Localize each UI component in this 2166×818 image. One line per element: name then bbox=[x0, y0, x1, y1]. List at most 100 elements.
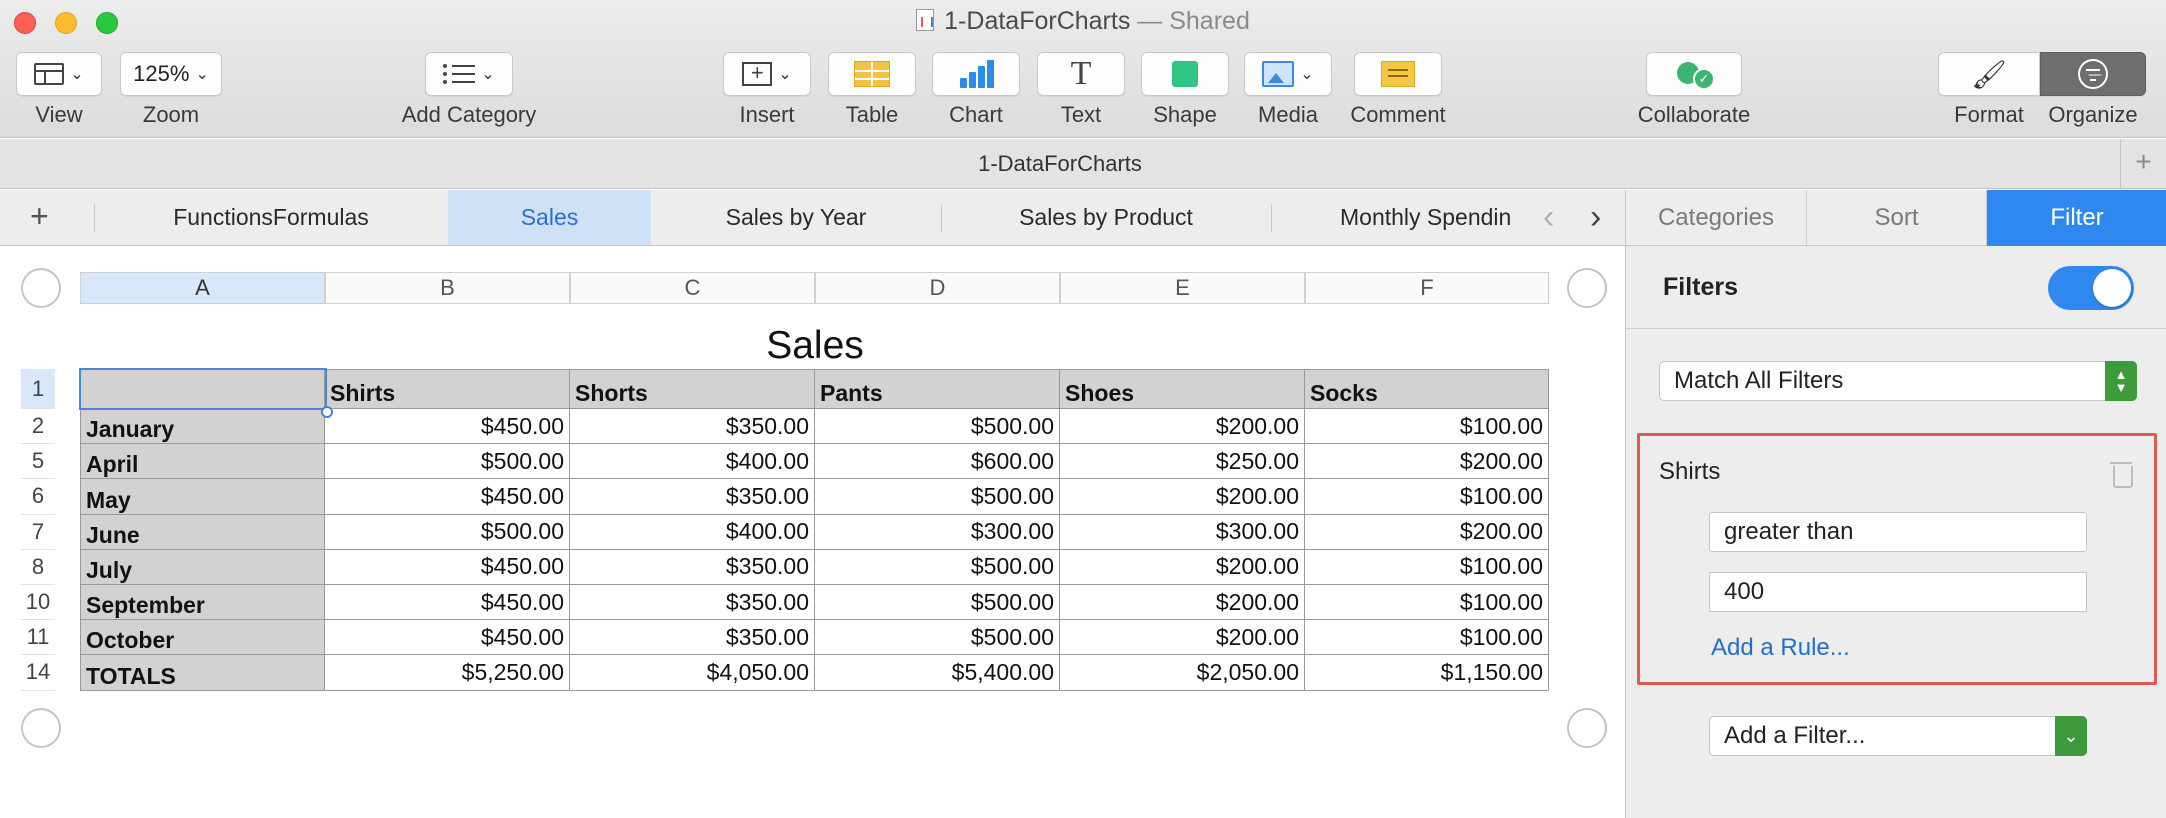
table-cell[interactable]: $400.00 bbox=[570, 514, 815, 550]
table-cell[interactable]: $1,150.00 bbox=[1305, 655, 1549, 691]
table-cell[interactable]: $500.00 bbox=[815, 479, 1060, 515]
table-cell[interactable]: $450.00 bbox=[325, 479, 570, 515]
table-cell[interactable]: $100.00 bbox=[1305, 479, 1549, 515]
table-cell[interactable]: $450.00 bbox=[325, 549, 570, 585]
shape-button[interactable] bbox=[1141, 52, 1229, 96]
table-cell[interactable]: $250.00 bbox=[1060, 444, 1305, 480]
tab-functionsformulas[interactable]: FunctionsFormulas bbox=[95, 190, 447, 245]
column-header-a[interactable]: A bbox=[80, 272, 325, 304]
text-button[interactable]: T bbox=[1037, 52, 1125, 96]
add-rule-link[interactable]: Add a Rule... bbox=[1711, 634, 1850, 662]
add-filter-select[interactable]: Add a Filter... ⌄ bbox=[1709, 716, 2087, 756]
table-cell[interactable]: $500.00 bbox=[325, 514, 570, 550]
collaborate-button[interactable] bbox=[1646, 52, 1742, 96]
row-label-cell[interactable]: May bbox=[80, 479, 325, 515]
table-cell[interactable]: $350.00 bbox=[570, 479, 815, 515]
table-cell[interactable]: $200.00 bbox=[1060, 479, 1305, 515]
tab-monthly-spending[interactable]: Monthly Spendin bbox=[1272, 190, 1530, 245]
table-cell[interactable]: $500.00 bbox=[815, 549, 1060, 585]
table-cell[interactable]: $450.00 bbox=[325, 409, 570, 445]
table-cell[interactable]: $450.00 bbox=[325, 620, 570, 656]
zoom-button[interactable]: 125% ⌄ bbox=[120, 52, 222, 96]
table-cell[interactable]: $350.00 bbox=[570, 549, 815, 585]
column-header-e[interactable]: E bbox=[1060, 272, 1305, 304]
table-cell[interactable]: $5,400.00 bbox=[815, 655, 1060, 691]
table-cell[interactable]: $2,050.00 bbox=[1060, 655, 1305, 691]
column-header-f[interactable]: F bbox=[1305, 272, 1549, 304]
header-cell[interactable]: Shorts bbox=[570, 369, 815, 409]
tab-sales[interactable]: Sales bbox=[448, 190, 651, 245]
tab-sales-by-year[interactable]: Sales by Year bbox=[652, 190, 940, 245]
row-label-cell[interactable]: TOTALS bbox=[80, 655, 325, 691]
chevron-right-icon[interactable]: › bbox=[1590, 198, 1601, 237]
view-button[interactable]: ⌄ bbox=[16, 52, 102, 96]
resize-table-handle[interactable] bbox=[1567, 708, 1607, 748]
condition-select[interactable]: greater than bbox=[1709, 512, 2087, 552]
row-label-cell[interactable]: January bbox=[80, 409, 325, 445]
add-sheet-button[interactable]: + bbox=[30, 198, 49, 235]
format-button[interactable]: 🖌 bbox=[1938, 52, 2040, 96]
filters-toggle[interactable] bbox=[2048, 266, 2134, 310]
row-header[interactable]: 8 bbox=[21, 550, 55, 585]
table-cell[interactable]: $100.00 bbox=[1305, 549, 1549, 585]
header-cell[interactable]: Pants bbox=[815, 369, 1060, 409]
tab-sort[interactable]: Sort bbox=[1807, 190, 1987, 246]
add-row-handle[interactable] bbox=[21, 708, 61, 748]
table-cell[interactable]: $500.00 bbox=[815, 585, 1060, 621]
table-cell[interactable]: $350.00 bbox=[570, 409, 815, 445]
table-cell[interactable]: $200.00 bbox=[1060, 585, 1305, 621]
select-table-handle[interactable] bbox=[21, 268, 61, 308]
row-header[interactable]: 5 bbox=[21, 444, 55, 480]
tab-categories[interactable]: Categories bbox=[1626, 190, 1807, 246]
add-tab-button[interactable]: + bbox=[2120, 139, 2166, 189]
table-cell[interactable]: $200.00 bbox=[1060, 409, 1305, 445]
row-header[interactable]: 6 bbox=[21, 479, 55, 515]
selection-handle[interactable] bbox=[321, 406, 333, 418]
table-cell[interactable]: $350.00 bbox=[570, 585, 815, 621]
table-cell[interactable]: $200.00 bbox=[1305, 444, 1549, 480]
row-label-cell[interactable]: September bbox=[80, 585, 325, 621]
insert-button[interactable]: + ⌄ bbox=[723, 52, 811, 96]
table-cell[interactable]: $500.00 bbox=[815, 620, 1060, 656]
header-cell[interactable]: Shoes bbox=[1060, 369, 1305, 409]
table-cell[interactable]: $350.00 bbox=[570, 620, 815, 656]
header-cell[interactable]: Socks bbox=[1305, 369, 1549, 409]
table-cell[interactable]: $5,250.00 bbox=[325, 655, 570, 691]
table-cell[interactable]: $300.00 bbox=[1060, 514, 1305, 550]
column-header-d[interactable]: D bbox=[815, 272, 1060, 304]
table-cell[interactable]: $450.00 bbox=[325, 585, 570, 621]
media-button[interactable]: ⌄ bbox=[1244, 52, 1332, 96]
row-label-cell[interactable]: July bbox=[80, 549, 325, 585]
table-cell[interactable]: $400.00 bbox=[570, 444, 815, 480]
row-header[interactable]: 1 bbox=[21, 369, 55, 409]
chart-button[interactable] bbox=[932, 52, 1020, 96]
table-cell[interactable]: $500.00 bbox=[325, 444, 570, 480]
match-mode-select[interactable]: Match All Filters ▲ ▼ bbox=[1659, 361, 2137, 401]
table-cell[interactable]: $4,050.00 bbox=[570, 655, 815, 691]
row-header[interactable]: 10 bbox=[21, 585, 55, 621]
row-label-cell[interactable]: October bbox=[80, 620, 325, 656]
column-header-c[interactable]: C bbox=[570, 272, 815, 304]
table-cell[interactable]: $300.00 bbox=[815, 514, 1060, 550]
add-category-button[interactable]: ⌄ bbox=[425, 52, 513, 96]
tab-sales-by-product[interactable]: Sales by Product bbox=[942, 190, 1270, 245]
row-header[interactable]: 7 bbox=[21, 515, 55, 550]
row-label-cell[interactable]: April bbox=[80, 444, 325, 480]
table-cell[interactable]: $500.00 bbox=[815, 409, 1060, 445]
row-header[interactable]: 11 bbox=[21, 620, 55, 656]
table-cell[interactable]: $600.00 bbox=[815, 444, 1060, 480]
row-header[interactable]: 14 bbox=[21, 655, 55, 691]
tab-filter[interactable]: Filter bbox=[1987, 190, 2166, 246]
trash-icon[interactable] bbox=[2110, 458, 2133, 488]
chevron-left-icon[interactable]: ‹ bbox=[1543, 198, 1554, 237]
table-cell[interactable]: $100.00 bbox=[1305, 620, 1549, 656]
table-cell[interactable]: $200.00 bbox=[1060, 549, 1305, 585]
row-label-cell[interactable]: June bbox=[80, 514, 325, 550]
add-column-handle[interactable] bbox=[1567, 268, 1607, 308]
table-cell[interactable]: $100.00 bbox=[1305, 585, 1549, 621]
table-cell[interactable]: $200.00 bbox=[1060, 620, 1305, 656]
header-cell[interactable]: Shirts bbox=[325, 369, 570, 409]
row-header[interactable]: 2 bbox=[21, 409, 55, 445]
table-cell[interactable]: $200.00 bbox=[1305, 514, 1549, 550]
table-button[interactable] bbox=[828, 52, 916, 96]
